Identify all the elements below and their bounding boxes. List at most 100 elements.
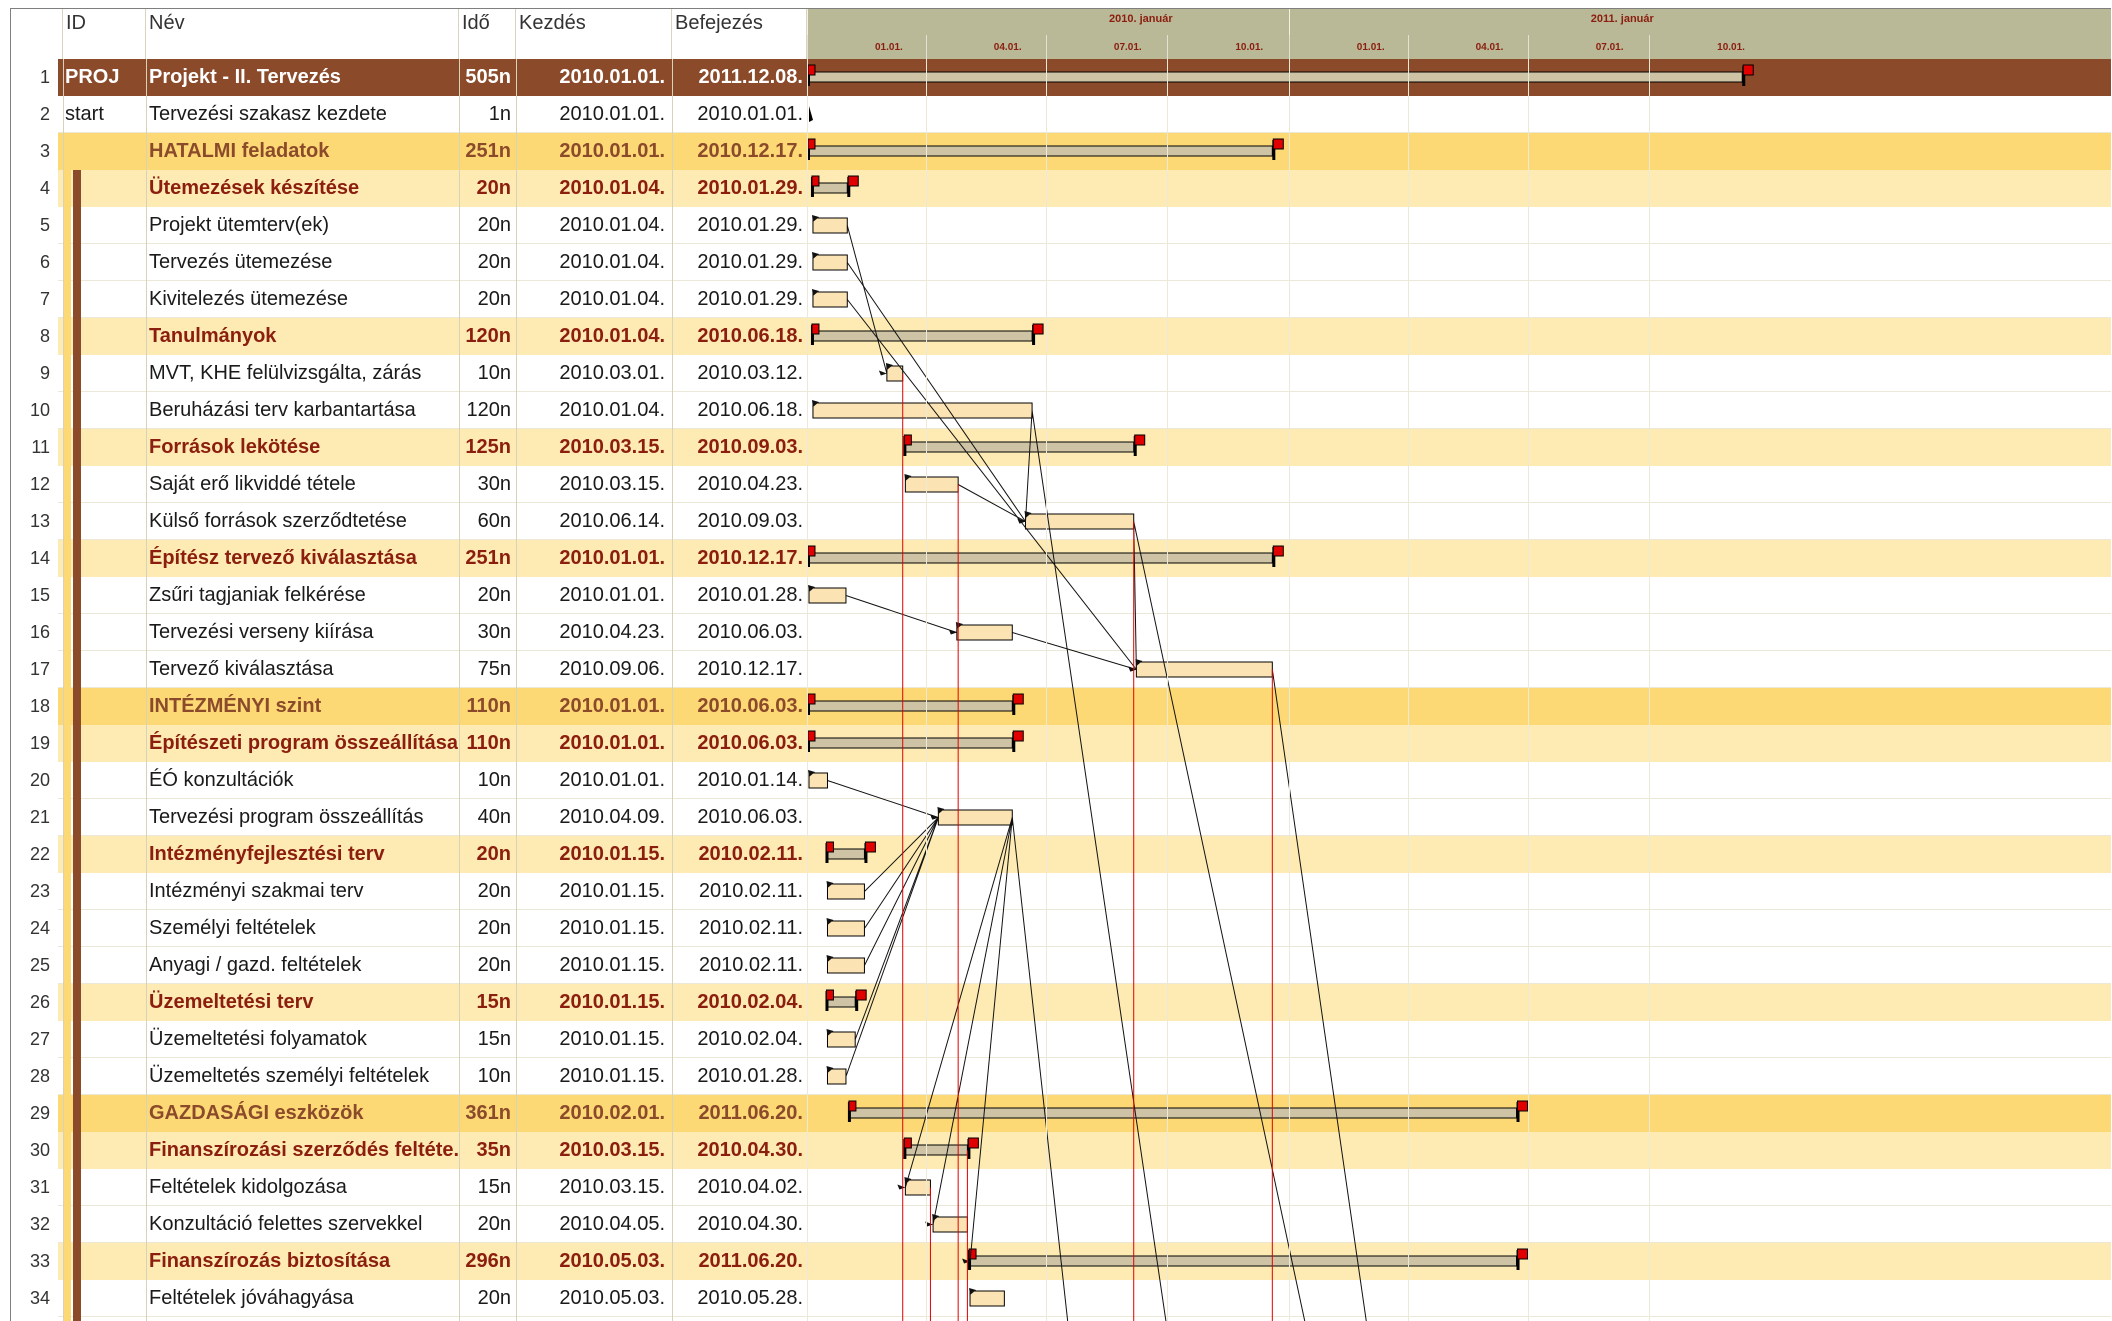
task-name: Projekt ütemterv(ek) xyxy=(146,207,458,244)
task-end: 2010.09.03. xyxy=(672,429,807,466)
summary-end-flag xyxy=(1013,694,1023,704)
task-bar[interactable] xyxy=(827,958,864,973)
dependency-link xyxy=(958,485,1025,522)
dependency-link xyxy=(827,781,938,818)
header-end[interactable]: Befejezés xyxy=(672,9,807,59)
task-name: Személyi feltételek xyxy=(146,910,458,947)
summary-bar[interactable] xyxy=(809,738,1012,748)
task-bar[interactable] xyxy=(813,218,847,233)
task-duration: 20n xyxy=(459,577,515,614)
header-row-number xyxy=(11,9,63,59)
summary-bar[interactable] xyxy=(813,331,1032,341)
task-bar[interactable] xyxy=(887,366,903,381)
task-bar[interactable] xyxy=(813,403,1032,418)
summary-bar[interactable] xyxy=(809,701,1012,711)
summary-bar[interactable] xyxy=(809,72,1742,82)
column-divider xyxy=(516,59,517,1321)
task-name: Intézményfejlesztési terv xyxy=(146,836,458,873)
header-start[interactable]: Kezdés xyxy=(516,9,672,59)
summary-start-flag xyxy=(904,1138,911,1148)
task-bar[interactable] xyxy=(933,1217,967,1232)
header-id[interactable]: ID xyxy=(63,9,146,59)
row-number: 7 xyxy=(11,281,58,318)
task-name: GAZDASÁGI eszközök xyxy=(146,1095,458,1132)
task-duration: 20n xyxy=(459,1280,515,1317)
summary-start-flag xyxy=(849,1101,856,1111)
summary-end-flag xyxy=(1518,1101,1528,1111)
task-bar[interactable] xyxy=(813,292,847,307)
column-header-row: ID Név Idő Kezdés Befejezés xyxy=(11,9,807,60)
task-bar[interactable] xyxy=(827,1069,845,1084)
summary-start-flag xyxy=(808,694,815,704)
task-bar[interactable] xyxy=(813,255,847,270)
milestone-marker[interactable] xyxy=(809,106,813,122)
task-end: 2010.02.11. xyxy=(672,873,807,910)
task-bar[interactable] xyxy=(1136,662,1272,677)
row-number: 33 xyxy=(11,1243,58,1280)
task-bar[interactable] xyxy=(827,884,864,899)
task-duration: 60n xyxy=(459,503,515,540)
task-bar[interactable] xyxy=(809,773,827,788)
task-bar[interactable] xyxy=(957,625,1012,640)
task-name: Finanszírozás biztosítása xyxy=(146,1243,458,1280)
task-duration: 20n xyxy=(459,207,515,244)
task-bar[interactable] xyxy=(970,1291,1004,1306)
task-end: 2010.01.14. xyxy=(672,762,807,799)
task-name: Építész tervező kiválasztása xyxy=(146,540,458,577)
summary-start-flag xyxy=(808,546,815,556)
task-end: 2010.06.03. xyxy=(672,799,807,836)
task-duration: 15n xyxy=(459,984,515,1021)
task-end: 2010.04.30. xyxy=(672,1132,807,1169)
summary-bar[interactable] xyxy=(809,146,1272,156)
task-end: 2010.01.01. xyxy=(672,96,807,133)
summary-bar[interactable] xyxy=(905,442,1133,452)
summary-bar[interactable] xyxy=(970,1256,1516,1266)
timeline-quarter-divider xyxy=(926,35,927,59)
timeline-quarter-label: 10.01. xyxy=(1235,42,1263,53)
summary-start-flag xyxy=(812,176,819,186)
gantt-sheet: ID Név Idő Kezdés Befejezés 2010. január… xyxy=(10,8,2111,1321)
task-start: 2010.04.23. xyxy=(516,614,671,651)
task-start: 2010.01.04. xyxy=(516,170,671,207)
gantt-row-band xyxy=(807,1132,2111,1169)
task-duration: 20n xyxy=(459,873,515,910)
task-end: 2010.06.18. xyxy=(672,318,807,355)
task-end: 2010.01.29. xyxy=(672,207,807,244)
summary-bar[interactable] xyxy=(809,553,1272,563)
task-start: 2010.01.01. xyxy=(516,577,671,614)
task-bar[interactable] xyxy=(905,477,958,492)
task-bar[interactable] xyxy=(1025,514,1133,529)
summary-start-flag xyxy=(808,731,815,741)
summary-start-flag xyxy=(904,435,911,445)
task-duration: 110n xyxy=(459,688,515,725)
row-number: 22 xyxy=(11,836,58,873)
task-id xyxy=(63,133,145,170)
task-end: 2010.12.17. xyxy=(672,133,807,170)
header-duration[interactable]: Idő xyxy=(459,9,516,59)
timeline-gridline xyxy=(1046,59,1047,1321)
task-end: 2010.02.11. xyxy=(672,947,807,984)
task-end: 2010.06.03. xyxy=(672,725,807,762)
header-name[interactable]: Név xyxy=(146,9,459,59)
task-start: 2010.09.06. xyxy=(516,651,671,688)
task-start: 2010.01.15. xyxy=(516,910,671,947)
task-duration: 505n xyxy=(459,59,515,96)
summary-end-flag xyxy=(1273,139,1283,149)
timeline-gridline xyxy=(1167,59,1168,1321)
task-name: Beruházási terv karbantartása xyxy=(146,392,458,429)
timeline-quarter-label: 10.01. xyxy=(1717,42,1745,53)
timeline-quarter-divider xyxy=(1289,35,1290,59)
task-start: 2010.01.15. xyxy=(516,984,671,1021)
task-bar[interactable] xyxy=(809,588,846,603)
timeline-gridline xyxy=(926,59,927,1321)
task-name: Finanszírozási szerződés feltéte... xyxy=(146,1132,458,1169)
row-number: 5 xyxy=(11,207,58,244)
summary-bar[interactable] xyxy=(850,1108,1517,1118)
row-number: 34 xyxy=(11,1280,58,1317)
task-bar[interactable] xyxy=(827,921,864,936)
task-bar[interactable] xyxy=(827,1032,855,1047)
column-divider xyxy=(672,59,673,1321)
summary-start-flag xyxy=(826,842,833,852)
timeline-quarter-divider xyxy=(1167,35,1168,59)
task-bar[interactable] xyxy=(938,810,1012,825)
